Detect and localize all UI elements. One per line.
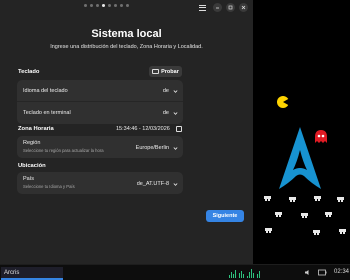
region-row[interactable]: Región Seleccione tu región para actuali… xyxy=(17,136,183,158)
maximize-icon xyxy=(228,5,233,10)
close-button[interactable] xyxy=(239,3,248,12)
progress-dot-current xyxy=(102,4,105,7)
keyboard-layout-row[interactable]: Idioma del teclado de xyxy=(17,80,183,102)
menu-button[interactable] xyxy=(198,3,207,12)
location-section-label: Ubicación xyxy=(18,163,46,169)
maximize-button[interactable] xyxy=(226,3,235,12)
close-icon xyxy=(241,5,246,10)
country-value: de_AT.UTF-8 xyxy=(136,181,169,187)
memory-graph-icon xyxy=(239,268,244,278)
battery-icon[interactable] xyxy=(318,269,327,276)
timezone-group: Región Seleccione tu región para actuali… xyxy=(17,136,183,158)
terminal-keyboard-value: de xyxy=(162,110,169,116)
volume-icon[interactable] xyxy=(304,269,311,276)
region-value: Europe/Berlin xyxy=(135,145,169,151)
disk-graph-icon xyxy=(257,268,260,278)
minimize-icon xyxy=(216,7,219,9)
test-keyboard-button[interactable]: Probar xyxy=(149,66,182,77)
progress-dot xyxy=(90,4,93,7)
desktop-wallpaper xyxy=(264,96,346,235)
minimize-button[interactable] xyxy=(213,3,222,12)
progress-dots xyxy=(84,4,129,7)
hamburger-icon xyxy=(199,4,206,6)
titlebar xyxy=(0,0,253,14)
space-invaders xyxy=(264,196,346,235)
chevron-down-icon xyxy=(173,147,178,150)
network-graph-icon xyxy=(247,268,254,278)
system-monitor xyxy=(229,268,260,278)
taskbar: Arcris 02:34 xyxy=(0,264,350,280)
progress-dot xyxy=(96,4,99,7)
clock: 02:34 xyxy=(334,269,350,275)
next-button[interactable]: Siguiente xyxy=(206,210,244,222)
keyboard-layout-label: Idioma del teclado xyxy=(23,88,68,94)
country-row[interactable]: País Seleccione tu Idioma y País de_AT.U… xyxy=(17,172,183,194)
location-group: País Seleccione tu Idioma y País de_AT.U… xyxy=(17,172,183,194)
keyboard-layout-value: de xyxy=(162,88,169,94)
progress-dot xyxy=(84,4,87,7)
cpu-graph-icon xyxy=(229,268,236,278)
progress-dot xyxy=(114,4,117,7)
datetime-display: 15:34:46 - 12/03/2026 xyxy=(116,126,170,132)
country-subtitle: Seleccione tu Idioma y País xyxy=(23,184,75,189)
keyboard-section-label: Teclado xyxy=(18,69,40,75)
progress-dot xyxy=(126,4,129,7)
page-subtitle: Ingrese una distribución del teclado, Zo… xyxy=(50,44,203,50)
terminal-keyboard-row[interactable]: Teclado en terminal de xyxy=(17,102,183,124)
progress-dot xyxy=(120,4,123,7)
progress-dot xyxy=(108,4,111,7)
country-title: País xyxy=(23,176,35,182)
taskbar-window-button[interactable]: Arcris xyxy=(1,267,63,280)
installer-window: Sistema local Ingrese una distribución d… xyxy=(0,0,253,264)
ghost xyxy=(315,130,327,143)
chevron-down-icon xyxy=(173,112,178,115)
keyboard-icon xyxy=(152,69,160,74)
page-title: Sistema local xyxy=(91,28,162,40)
region-title: Región xyxy=(23,140,41,146)
region-subtitle: Seleccione tu región para actualizar la … xyxy=(23,148,104,153)
keyboard-group: Idioma del teclado de Teclado en termina… xyxy=(17,80,183,124)
terminal-keyboard-label: Teclado en terminal xyxy=(23,110,71,116)
calendar-icon[interactable] xyxy=(176,126,182,132)
test-keyboard-label: Probar xyxy=(161,68,179,75)
chevron-down-icon xyxy=(173,183,178,186)
chevron-down-icon xyxy=(173,90,178,93)
timezone-section-label: Zona Horaria xyxy=(18,126,54,132)
